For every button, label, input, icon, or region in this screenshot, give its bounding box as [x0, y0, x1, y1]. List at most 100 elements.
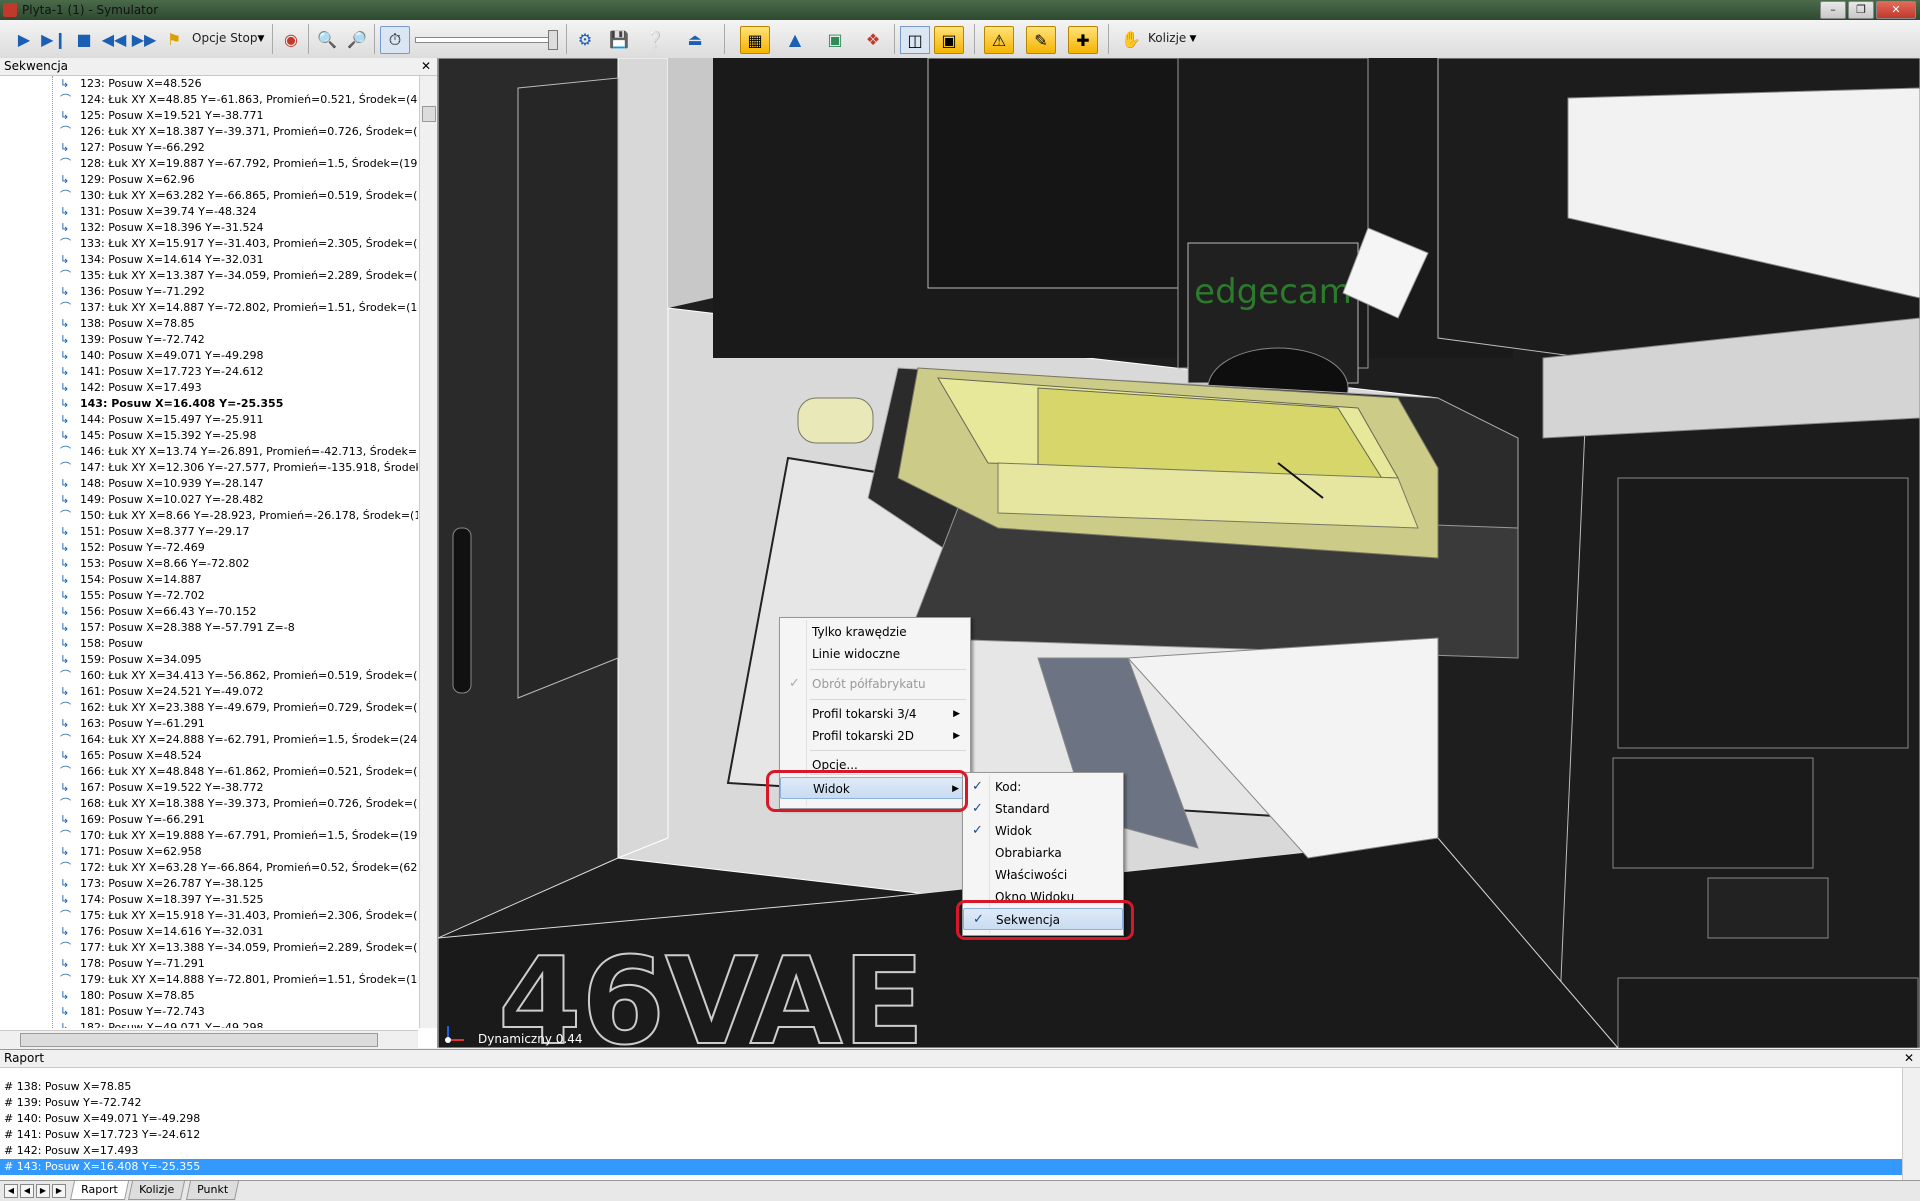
sequence-row[interactable]: ⌒ 177: Łuk XY X=13.388 Y=-34.059, Promień… — [0, 940, 418, 956]
sequence-row[interactable]: ↳ 158: Posuw — [0, 636, 418, 652]
report-row[interactable]: # 143: Posuw X=16.408 Y=-25.355 — [0, 1159, 1902, 1175]
sequence-row[interactable]: ↳ 181: Posuw Y=-72.743 — [0, 1004, 418, 1020]
tab-punkt[interactable]: Punkt — [185, 1181, 240, 1200]
collisions-dropdown-icon[interactable]: ▼ — [1186, 26, 1200, 52]
menu-item[interactable]: Profil tokarski 2D ▶ — [780, 725, 970, 747]
tab-raport[interactable]: Raport — [69, 1181, 129, 1200]
sequence-row[interactable]: ↳ 123: Posuw X=48.526 — [0, 76, 418, 92]
path-icon[interactable]: ❖ — [860, 26, 886, 52]
menu-item[interactable]: Tylko krawędzie — [780, 621, 970, 643]
sequence-row[interactable]: ↳ 144: Posuw X=15.497 Y=-25.911 — [0, 412, 418, 428]
menu-item[interactable]: ✓ Kod: — [963, 776, 1123, 798]
sequence-row[interactable]: ⌒ 124: Łuk XY X=48.85 Y=-61.863, Promień=… — [0, 92, 418, 108]
sequence-row[interactable]: ↳ 129: Posuw X=62.96 — [0, 172, 418, 188]
sequence-row[interactable]: ⌒ 147: Łuk XY X=12.306 Y=-27.577, Promień… — [0, 460, 418, 476]
sequence-row[interactable]: ↳ 145: Posuw X=15.392 Y=-25.98 — [0, 428, 418, 444]
step-icon[interactable]: ▶❙ — [41, 26, 67, 52]
rewind-icon[interactable]: ◀◀ — [102, 26, 127, 52]
sequence-row[interactable]: ↳ 127: Posuw Y=-66.292 — [0, 140, 418, 156]
sequence-row[interactable]: ⌒ 146: Łuk XY X=13.74 Y=-26.891, Promień=… — [0, 444, 418, 460]
zoom-icon[interactable]: 🔍 — [314, 26, 340, 52]
sequence-row[interactable]: ↳ 157: Posuw X=28.388 Y=-57.791 Z=-8 — [0, 620, 418, 636]
sequence-row[interactable]: ⌒ 126: Łuk XY X=18.387 Y=-39.371, Promień… — [0, 124, 418, 140]
report-row[interactable]: # 140: Posuw X=49.071 Y=-49.298 — [0, 1111, 1902, 1127]
sequence-row[interactable]: ⌒ 162: Łuk XY X=23.388 Y=-49.679, Promień… — [0, 700, 418, 716]
tab-kolizje[interactable]: Kolizje — [127, 1181, 186, 1200]
simulation-viewport[interactable]: edgecam 46VAE Dynamiczny 0.44 — [438, 58, 1920, 1048]
vertical-scrollbar[interactable] — [419, 76, 437, 1028]
menu-item[interactable]: Właściwości — [963, 864, 1123, 886]
sequence-row[interactable]: ⌒ 179: Łuk XY X=14.888 Y=-72.801, Promień… — [0, 972, 418, 988]
sequence-row[interactable]: ↳ 138: Posuw X=78.85 — [0, 316, 418, 332]
sequence-row[interactable]: ↳ 142: Posuw X=17.493 — [0, 380, 418, 396]
sequence-row[interactable]: ↳ 134: Posuw X=14.614 Y=-32.031 — [0, 252, 418, 268]
sequence-row[interactable]: ⌒ 160: Łuk XY X=34.413 Y=-56.862, Promień… — [0, 668, 418, 684]
sequence-row[interactable]: ⌒ 128: Łuk XY X=19.887 Y=-67.792, Promień… — [0, 156, 418, 172]
vertical-scrollbar[interactable] — [1902, 1068, 1920, 1180]
sequence-row[interactable]: ⌒ 168: Łuk XY X=18.388 Y=-39.373, Promień… — [0, 796, 418, 812]
collisions-icon[interactable]: ✋ — [1118, 26, 1144, 52]
sequence-row[interactable]: ↳ 141: Posuw X=17.723 Y=-24.612 — [0, 364, 418, 380]
sequence-row[interactable]: ↳ 182: Posuw X=49.071 Y=-49.298 — [0, 1020, 418, 1028]
sequence-row[interactable]: ↳ 173: Posuw X=26.787 Y=-38.125 — [0, 876, 418, 892]
collision-icon[interactable]: ⚠ — [984, 26, 1014, 54]
collisions-button[interactable]: Kolizje — [1148, 31, 1186, 45]
restore-button[interactable]: ❐ — [1848, 1, 1874, 19]
last-tab-icon[interactable]: ▶ — [52, 1184, 66, 1198]
sequence-row[interactable]: ⌒ 150: Łuk XY X=8.66 Y=-28.923, Promień=-… — [0, 508, 418, 524]
measure-icon[interactable]: ✚ — [1068, 26, 1098, 54]
sequence-row[interactable]: ↳ 154: Posuw X=14.887 — [0, 572, 418, 588]
sequence-row[interactable]: ↳ 163: Posuw Y=-61.291 — [0, 716, 418, 732]
menu-item[interactable]: Linie widoczne — [780, 643, 970, 665]
horizontal-scrollbar[interactable] — [0, 1030, 418, 1048]
close-icon[interactable]: ✕ — [421, 58, 431, 75]
sequence-row[interactable]: ↳ 148: Posuw X=10.939 Y=-28.147 — [0, 476, 418, 492]
check-icon[interactable]: ✎ — [1026, 26, 1056, 54]
menu-item[interactable]: Profil tokarski 3/4 ▶ — [780, 703, 970, 725]
sequence-row[interactable]: ⌒ 135: Łuk XY X=13.387 Y=-34.059, Promień… — [0, 268, 418, 284]
first-tab-icon[interactable]: ◀ — [4, 1184, 18, 1198]
stock-view-icon[interactable]: ▣ — [822, 26, 848, 52]
prev-tab-icon[interactable]: ◀ — [20, 1184, 34, 1198]
sequence-row[interactable]: ↳ 167: Posuw X=19.522 Y=-38.772 — [0, 780, 418, 796]
sequence-row[interactable]: ↳ 136: Posuw Y=-71.292 — [0, 284, 418, 300]
sequence-row[interactable]: ↳ 151: Posuw X=8.377 Y=-29.17 — [0, 524, 418, 540]
menu-item[interactable]: Obrabiarka — [963, 842, 1123, 864]
sequence-row[interactable]: ↳ 140: Posuw X=49.071 Y=-49.298 — [0, 348, 418, 364]
settings-icon[interactable]: ⚙ — [572, 26, 598, 52]
sequence-row[interactable]: ↳ 165: Posuw X=48.524 — [0, 748, 418, 764]
scroll-thumb[interactable] — [20, 1033, 378, 1047]
sequence-row[interactable]: ↳ 131: Posuw X=39.74 Y=-48.324 — [0, 204, 418, 220]
sequence-row[interactable]: ↳ 169: Posuw Y=-66.291 — [0, 812, 418, 828]
report-row[interactable]: # 141: Posuw X=17.723 Y=-24.612 — [0, 1127, 1902, 1143]
sequence-row[interactable]: ↳ 159: Posuw X=34.095 — [0, 652, 418, 668]
tool-view-icon[interactable]: ▲ — [782, 26, 808, 52]
record-icon[interactable]: ◉ — [278, 26, 304, 52]
sequence-row[interactable]: ⌒ 175: Łuk XY X=15.918 Y=-31.403, Promień… — [0, 908, 418, 924]
sequence-row[interactable]: ⌒ 133: Łuk XY X=15.917 Y=-31.403, Promień… — [0, 236, 418, 252]
sequence-row[interactable]: ↳ 176: Posuw X=14.616 Y=-32.031 — [0, 924, 418, 940]
help-icon[interactable]: ❔ — [642, 26, 668, 52]
sequence-row[interactable]: ↳ 155: Posuw Y=-72.702 — [0, 588, 418, 604]
sequence-row[interactable]: ↳ 153: Posuw X=8.66 Y=-72.802 — [0, 556, 418, 572]
close-button[interactable]: ✕ — [1876, 1, 1916, 19]
save-icon[interactable]: 💾 — [606, 26, 632, 52]
sequence-row[interactable]: ↳ 149: Posuw X=10.027 Y=-28.482 — [0, 492, 418, 508]
sequence-row[interactable]: ⌒ 172: Łuk XY X=63.28 Y=-66.864, Promień=… — [0, 860, 418, 876]
scroll-thumb[interactable] — [422, 106, 436, 122]
sequence-row[interactable]: ↳ 178: Posuw Y=-71.291 — [0, 956, 418, 972]
minimize-button[interactable]: – — [1820, 1, 1846, 19]
sequence-row[interactable]: ↳ 161: Posuw X=24.521 Y=-49.072 — [0, 684, 418, 700]
sequence-row[interactable]: ↳ 125: Posuw X=19.521 Y=-38.771 — [0, 108, 418, 124]
display-icon[interactable]: ▣ — [934, 26, 964, 54]
sequence-row[interactable]: ⌒ 170: Łuk XY X=19.888 Y=-67.791, Promień… — [0, 828, 418, 844]
options-stop-button[interactable]: Opcje Stop — [192, 31, 257, 45]
slider-knob[interactable] — [548, 30, 558, 50]
sequence-row[interactable]: ⌒ 130: Łuk XY X=63.282 Y=-66.865, Promień… — [0, 188, 418, 204]
sequence-row[interactable]: ↳ 156: Posuw X=66.43 Y=-70.152 — [0, 604, 418, 620]
sequence-row[interactable]: ↳ 132: Posuw X=18.396 Y=-31.524 — [0, 220, 418, 236]
sequence-row[interactable]: ⌒ 137: Łuk XY X=14.887 Y=-72.802, Promień… — [0, 300, 418, 316]
next-tab-icon[interactable]: ▶ — [36, 1184, 50, 1198]
zoom-window-icon[interactable]: 🔎 — [344, 26, 370, 52]
sequence-row[interactable]: ↳ 174: Posuw X=18.397 Y=-31.525 — [0, 892, 418, 908]
